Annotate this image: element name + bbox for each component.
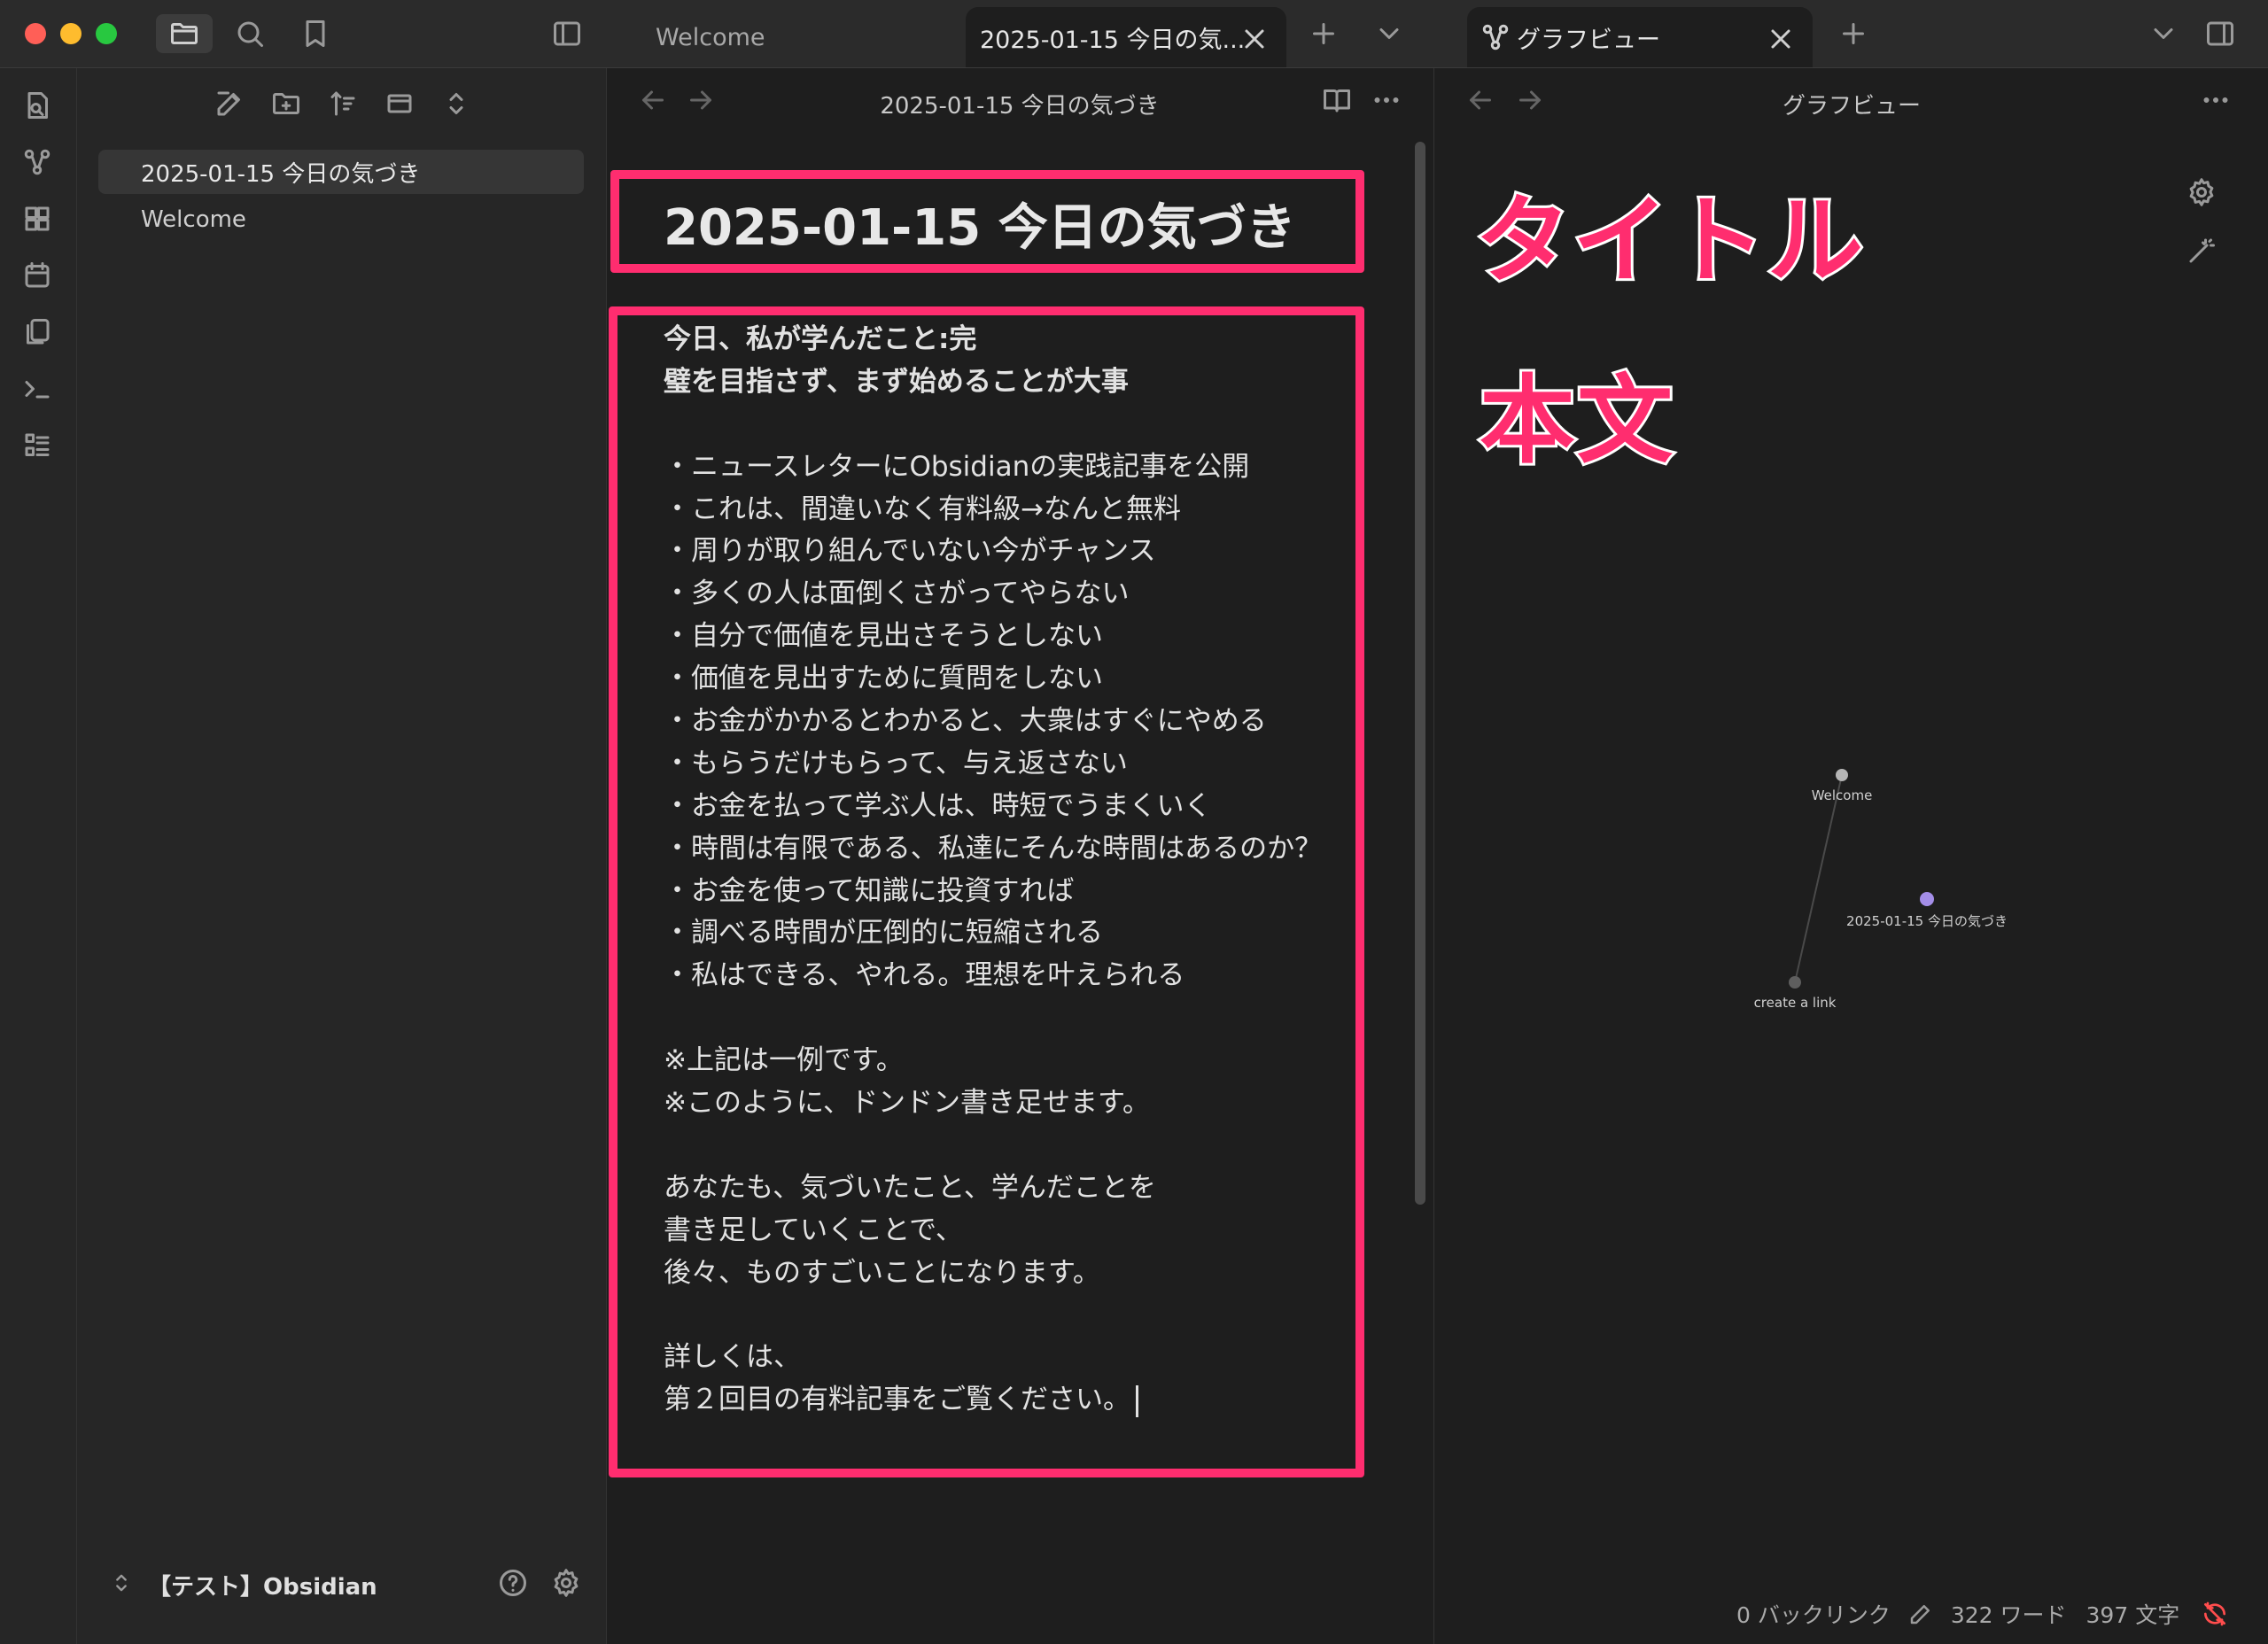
body-line: ・お金がかかるとわかると、大衆はすぐにやめる: [664, 705, 1267, 738]
body-line: ・価値を見出すために質問をしない: [664, 663, 1103, 695]
close-tab-icon[interactable]: [1237, 21, 1272, 57]
file-item-welcome[interactable]: Welcome: [98, 198, 584, 242]
title-bar: Welcome 2025-01-15 今日の気... グラフビュー: [0, 0, 2268, 68]
body-line: ・自分で価値を見出さそうとしない: [664, 620, 1103, 653]
graph-node-note[interactable]: [1920, 892, 1934, 906]
body-line: あなたも、気づいたこと、学んだことを: [664, 1171, 1156, 1204]
new-tab-icon[interactable]: [1836, 16, 1871, 51]
graph-node-label: Welcome: [1811, 787, 1873, 803]
new-tab-icon[interactable]: [1306, 16, 1341, 51]
vault-switcher-chevron-icon[interactable]: [104, 1565, 139, 1601]
bookmark-icon[interactable]: [298, 16, 333, 51]
command-palette-icon[interactable]: [19, 371, 55, 407]
templates-icon[interactable]: [19, 314, 55, 350]
body-annotation-label: 本文: [1477, 363, 1675, 479]
body-line: ※上記は一例です。: [664, 1044, 904, 1077]
file-explorer-icon[interactable]: [156, 14, 213, 53]
ribbon: [0, 68, 77, 1644]
body-line: 書き足していくことで、: [664, 1214, 963, 1246]
tab-note-label: 2025-01-15 今日の気...: [980, 26, 1246, 54]
body-line: ・お金を払って学ぶ人は、時短でうまくいく: [664, 789, 1212, 822]
tab-note[interactable]: 2025-01-15 今日の気...: [966, 7, 1286, 67]
body-line: ・これは、間違いなく有料級→なんと無料: [664, 492, 1181, 525]
body-line: ・ニュースレターにObsidianの実践記事を公開: [664, 450, 1250, 483]
settings-gear-icon[interactable]: [548, 1565, 584, 1601]
tab-list-chevron-icon[interactable]: [1371, 16, 1407, 51]
search-icon[interactable]: [232, 16, 268, 51]
body-line: ・時間は有限である、私達にそんな時間はあるのか？: [664, 832, 1323, 865]
help-icon[interactable]: [495, 1565, 531, 1601]
body-line: ・もらうだけもらって、与え返さない: [664, 747, 1128, 779]
more-options-icon[interactable]: [1369, 82, 1404, 118]
text-cursor: [1136, 1384, 1138, 1417]
file-item-note[interactable]: 2025-01-15 今日の気づき: [98, 150, 584, 194]
canvas-icon[interactable]: [19, 201, 55, 237]
body-line: 第２回目の有料記事をご覧ください。: [664, 1379, 1363, 1422]
body-line: ・周りが取り組んでいない今がチャンス: [664, 535, 1156, 568]
new-folder-icon[interactable]: [268, 86, 304, 121]
word-count: 322 ワード: [1950, 1602, 2067, 1628]
graph-tab-icon: [1478, 19, 1513, 55]
edit-pencil-icon[interactable]: [1907, 1600, 1935, 1628]
collapse-all-icon[interactable]: [382, 86, 417, 121]
sync-off-icon[interactable]: [2199, 1598, 2231, 1630]
new-note-icon[interactable]: [212, 86, 247, 121]
editor-view-title: 2025-01-15 今日の気づき: [880, 93, 1160, 120]
outline-icon[interactable]: [19, 428, 55, 463]
body-line: 後々、ものすごいことになります。: [664, 1256, 1100, 1289]
backlinks-count[interactable]: 0 バックリンク: [1736, 1598, 1891, 1630]
tab-welcome[interactable]: Welcome: [620, 7, 957, 67]
graph-node-label: 2025-01-15 今日の気づき: [1846, 913, 2008, 929]
calendar-icon[interactable]: [19, 258, 55, 293]
file-item-label: Welcome: [141, 206, 246, 233]
body-line-text: 第２回目の有料記事をご覧ください。: [664, 1384, 1130, 1416]
tab-graph[interactable]: グラフビュー: [1467, 7, 1813, 67]
quick-switcher-icon[interactable]: [19, 88, 55, 123]
graph-edge: [1794, 774, 1843, 983]
file-explorer-panel: 2025-01-15 今日の気づき Welcome 【テスト】Obsidian: [77, 68, 607, 1644]
body-line: 璧を目指さず、まず始めることが大事: [664, 365, 1129, 398]
body-line: ・私はできる、やれる。理想を叶えられる: [664, 959, 1185, 992]
body-line: ・調べる時間が圧倒的に短縮される: [664, 917, 1103, 950]
char-count: 397 文字: [2085, 1602, 2180, 1628]
minimize-window-button[interactable]: [60, 23, 82, 44]
title-annotation-label: タイトル: [1472, 183, 1866, 299]
body-line: 今日、私が学んだこと:完: [664, 323, 977, 355]
graph-view-icon[interactable]: [19, 144, 55, 180]
reading-view-icon[interactable]: [1319, 82, 1355, 118]
status-bar: 0 バックリンク 322 ワード 397 文字: [1736, 1587, 2231, 1640]
tab-graph-label: グラフビュー: [1517, 26, 1660, 54]
right-sidebar-toggle-icon[interactable]: [2202, 16, 2238, 51]
graph-node-create-link[interactable]: [1789, 976, 1801, 989]
file-item-label: 2025-01-15 今日の気づき: [141, 160, 421, 188]
expand-chevrons-icon[interactable]: [439, 86, 474, 121]
note-body[interactable]: 今日、私が学んだこと:完璧を目指さず、まず始めることが大事・ニュースレターにOb…: [664, 319, 1363, 1422]
close-window-button[interactable]: [25, 23, 46, 44]
sort-icon[interactable]: [325, 86, 361, 121]
graph-view-pane: グラフビュー Welcome 2025-01-15 今日の気づき create …: [1433, 68, 2268, 1644]
body-line: 詳しくは、: [664, 1341, 801, 1374]
sidebar-toggle-icon[interactable]: [549, 16, 585, 51]
graph-node-welcome[interactable]: [1836, 769, 1848, 781]
vault-name[interactable]: 【テスト】Obsidian: [148, 1569, 377, 1601]
body-line: ・お金を使って知識に投資すれば: [664, 874, 1075, 907]
body-line: ※このように、ドンドン書き足せます。: [664, 1087, 1150, 1120]
tab-welcome-label: Welcome: [656, 23, 765, 51]
note-title[interactable]: 2025-01-15 今日の気づき: [664, 188, 1296, 260]
close-tab-icon[interactable]: [1763, 21, 1798, 57]
graph-node-label: create a link: [1753, 995, 1837, 1011]
tab-list-chevron-icon[interactable]: [2146, 16, 2181, 51]
maximize-window-button[interactable]: [96, 23, 117, 44]
editor-scrollbar[interactable]: [1415, 142, 1425, 1205]
body-line: ・多くの人は面倒くさがってやらない: [664, 578, 1130, 610]
